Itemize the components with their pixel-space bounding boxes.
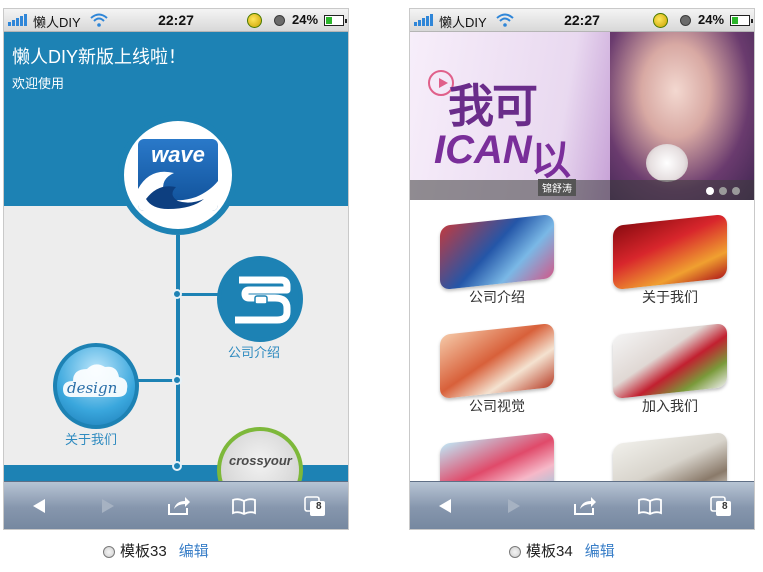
- forward-button[interactable]: [499, 493, 529, 519]
- menu-grid: 公司介绍 关于我们 公司视觉 加入我们: [410, 200, 754, 508]
- banner-text-ican: ICAN: [434, 128, 532, 172]
- book-icon: [638, 498, 662, 515]
- app-status-icon: [247, 13, 262, 28]
- template-gallery: 懒人DIY 22:27 24% 懒人DIY新版上线啦！ 欢迎使用 wave 公司…: [0, 0, 763, 572]
- browser-toolbar: 8: [410, 481, 754, 529]
- banner-signature: 锦舒涛: [538, 179, 576, 196]
- timeline-dot: [172, 289, 182, 299]
- rose-image: [646, 144, 688, 182]
- book-icon: [232, 498, 256, 515]
- status-bar: 懒人DIY 22:27 24%: [410, 9, 754, 32]
- about-us-node[interactable]: design: [53, 343, 139, 429]
- tile-label-join-us[interactable]: 加入我们: [600, 396, 740, 416]
- template-34-caption: 模板34 编辑: [509, 540, 615, 561]
- banner-text-yi: 以: [531, 137, 571, 184]
- forward-arrow-icon: [508, 499, 520, 513]
- battery-percent: 24%: [698, 12, 725, 27]
- share-button[interactable]: [164, 493, 194, 519]
- tile-label-company-visual[interactable]: 公司视觉: [427, 396, 567, 416]
- battery-percent: 24%: [292, 12, 319, 27]
- timeline-dot: [172, 461, 182, 471]
- tabs-icon: [710, 496, 731, 516]
- tile-label-company-intro[interactable]: 公司介绍: [427, 287, 567, 307]
- template-34-preview[interactable]: 懒人DIY 22:27 24% 我可 ICAN 以 锦舒涛 公司介绍 关于我们 …: [409, 8, 755, 530]
- bookmarks-button[interactable]: [229, 493, 259, 519]
- share-icon: [168, 497, 190, 515]
- tile-about-us[interactable]: [613, 214, 727, 290]
- app-status-icon: [653, 13, 668, 28]
- company-intro-node[interactable]: [217, 256, 303, 342]
- tab-count: 8: [722, 501, 728, 512]
- share-button[interactable]: [570, 493, 600, 519]
- carousel-dot-active[interactable]: [706, 187, 714, 195]
- connector-line: [180, 293, 220, 296]
- share-icon: [574, 497, 596, 515]
- template-33-edit-link[interactable]: 编辑: [179, 540, 209, 561]
- tab-count: 8: [316, 501, 322, 512]
- battery-icon: [324, 15, 347, 26]
- wave-logo-icon: wave: [138, 139, 218, 211]
- template-34-edit-link[interactable]: 编辑: [585, 540, 615, 561]
- s-logo-icon: [235, 276, 291, 324]
- page-subtitle: 欢迎使用: [12, 76, 65, 91]
- template-33-preview[interactable]: 懒人DIY 22:27 24% 懒人DIY新版上线啦！ 欢迎使用 wave 公司…: [3, 8, 349, 530]
- tile-company-intro[interactable]: [440, 214, 554, 290]
- carousel-indicator[interactable]: [706, 187, 740, 195]
- template-33-caption: 模板33 编辑: [103, 540, 209, 561]
- carousel-dot[interactable]: [719, 187, 727, 195]
- template-34-radio[interactable]: [509, 545, 521, 558]
- crossyour-text: crossyour: [229, 453, 292, 468]
- back-button[interactable]: [24, 493, 54, 519]
- company-intro-label[interactable]: 公司介绍: [228, 342, 280, 361]
- tile-join-us[interactable]: [613, 323, 727, 399]
- banner-carousel[interactable]: 我可 ICAN 以 锦舒涛: [410, 32, 754, 200]
- about-us-label[interactable]: 关于我们: [65, 429, 117, 448]
- battery-icon: [730, 15, 753, 26]
- timeline-dot: [172, 375, 182, 385]
- template-34-name: 模板34: [526, 543, 573, 560]
- tabs-button[interactable]: 8: [300, 493, 330, 519]
- forward-button[interactable]: [93, 493, 123, 519]
- alarm-icon: [680, 15, 691, 26]
- page-title: 懒人DIY新版上线啦！: [12, 47, 187, 67]
- template-33-name: 模板33: [120, 543, 167, 560]
- tabs-icon: [304, 496, 325, 516]
- forward-arrow-icon: [102, 499, 114, 513]
- status-bar: 懒人DIY 22:27 24%: [4, 9, 348, 32]
- timeline-line: [176, 235, 180, 487]
- browser-toolbar: 8: [4, 481, 348, 529]
- back-arrow-icon: [439, 499, 451, 513]
- alarm-icon: [274, 15, 285, 26]
- bookmarks-button[interactable]: [635, 493, 665, 519]
- back-button[interactable]: [430, 493, 460, 519]
- banner-caption-strip: [410, 180, 754, 200]
- template-33-radio[interactable]: [103, 545, 115, 558]
- tile-company-visual[interactable]: [440, 323, 554, 399]
- tile-label-about-us[interactable]: 关于我们: [600, 287, 740, 307]
- design-text: design: [67, 379, 118, 397]
- carousel-dot[interactable]: [732, 187, 740, 195]
- banner-text-top: 我可: [448, 79, 538, 133]
- tabs-button[interactable]: 8: [706, 493, 736, 519]
- wave-logo-circle[interactable]: wave: [118, 115, 238, 235]
- back-arrow-icon: [33, 499, 45, 513]
